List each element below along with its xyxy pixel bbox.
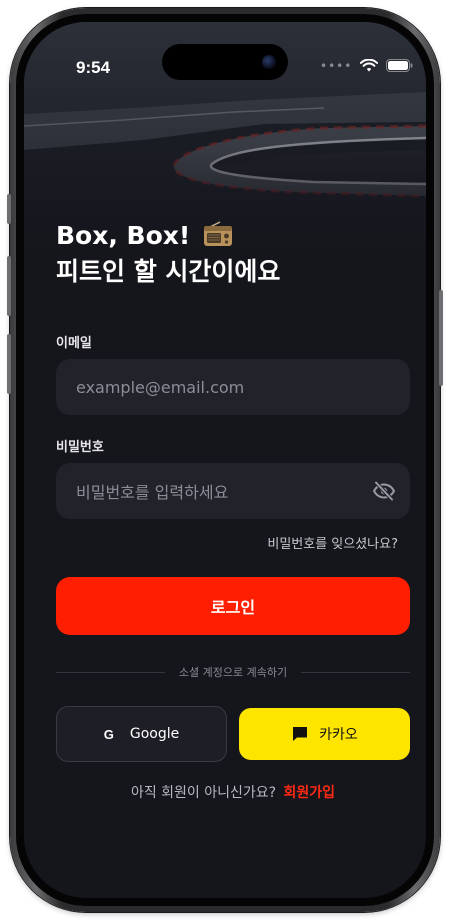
volume-up-button [7, 256, 11, 316]
password-placeholder: 비밀번호를 입력하세요 [76, 483, 229, 502]
email-label: 이메일 [56, 336, 92, 351]
divider-line [56, 671, 165, 673]
phone-frame: 9:54 •••• Box, Box! 피트인 할 시간이에요 이메일 exam… [7, 8, 443, 912]
forgot-password-link[interactable]: 비밀번호를 잊으셨나요? [267, 533, 398, 552]
email-field[interactable]: example@email.com [56, 359, 410, 415]
signal-dots-icon: •••• [320, 58, 353, 73]
dynamic-island [162, 44, 288, 80]
page-title: Box, Box! 피트인 할 시간이에요 [56, 218, 280, 290]
kakao-login-button[interactable]: 카카오 [239, 708, 410, 760]
screen: 9:54 •••• Box, Box! 피트인 할 시간이에요 이메일 exam… [24, 22, 426, 898]
bezel: 9:54 •••• Box, Box! 피트인 할 시간이에요 이메일 exam… [16, 14, 434, 906]
power-button [439, 290, 443, 386]
battery-icon [386, 59, 413, 72]
email-placeholder: example@email.com [76, 377, 245, 397]
signup-row: 아직 회원이 아니신가요? 회원가입 [56, 782, 410, 802]
google-label: Google [129, 726, 180, 742]
chat-bubble-icon [293, 727, 308, 741]
wifi-icon [360, 59, 379, 72]
divider-line [301, 671, 411, 673]
google-icon: G [103, 726, 114, 742]
status-bar: 9:54 •••• [24, 22, 426, 80]
status-time: 9:54 [76, 58, 111, 77]
google-login-button[interactable]: G Google [56, 706, 227, 762]
title-line-2: 피트인 할 시간이에요 [56, 257, 281, 286]
camera-icon [262, 55, 276, 69]
action-button [7, 194, 11, 224]
password-field[interactable]: 비밀번호를 입력하세요 [56, 463, 410, 519]
kakao-label: 카카오 [319, 727, 358, 743]
title-line-1: Box, Box! [56, 221, 191, 250]
signup-prompt: 아직 회원이 아니신가요? [130, 785, 277, 801]
status-indicators: •••• [320, 59, 413, 72]
password-label: 비밀번호 [56, 440, 104, 455]
volume-down-button [7, 334, 11, 394]
eye-off-icon[interactable] [372, 479, 396, 503]
signup-link[interactable]: 회원가입 [284, 785, 336, 801]
login-button[interactable]: 로그인 [56, 577, 410, 635]
radio-icon [204, 221, 233, 246]
social-divider: 소셜 계정으로 계속하기 [56, 662, 411, 682]
divider-text: 소셜 계정으로 계속하기 [178, 666, 288, 679]
